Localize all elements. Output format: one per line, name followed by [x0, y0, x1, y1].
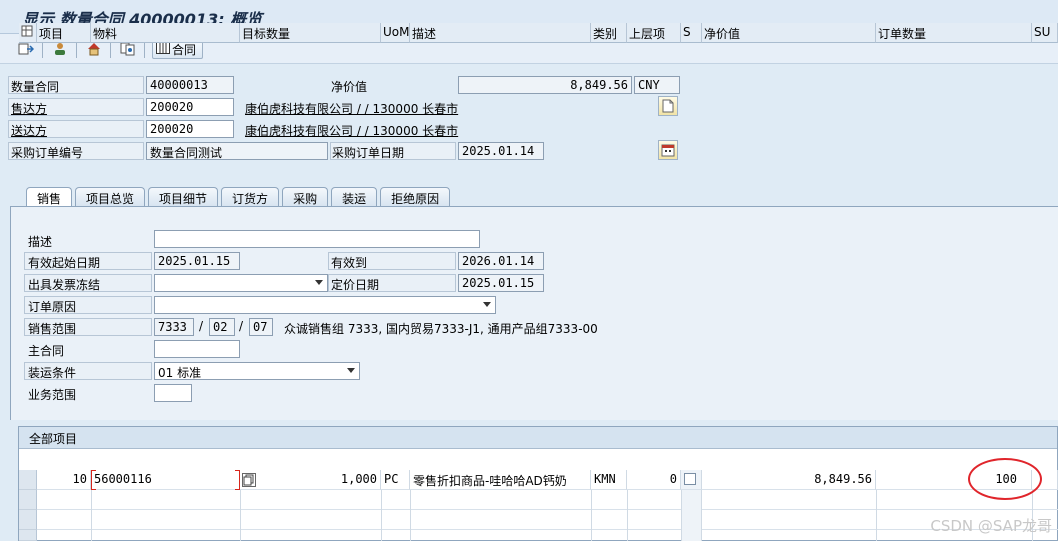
column-divider	[381, 490, 382, 541]
cell-material[interactable]: 56000116	[91, 470, 240, 490]
tab-procurement[interactable]: 采购	[282, 187, 329, 207]
sales-org-field[interactable]: 7333	[154, 318, 194, 336]
column-header-target-qty[interactable]: 目标数量	[240, 23, 381, 43]
row-selector[interactable]	[19, 490, 37, 510]
pricing-date-field[interactable]: 2025.01.15	[458, 274, 544, 292]
po-date-field[interactable]: 2025.01.14	[458, 142, 544, 160]
net-value-field[interactable]: 8,849.56	[458, 76, 632, 94]
shipping-cond-dropdown[interactable]: 01 标准	[154, 362, 360, 380]
column-divider	[591, 490, 592, 541]
division-field[interactable]: 07	[249, 318, 273, 336]
table-settings-icon[interactable]	[19, 23, 37, 43]
sales-area-separator: /	[239, 319, 244, 333]
cell-item: 10	[37, 470, 91, 490]
contract-number-field[interactable]: 40000013	[146, 76, 234, 94]
valid-from-label: 有效起始日期	[28, 256, 101, 270]
billing-block-label: 出具发票冻结	[28, 278, 101, 292]
watermark: CSDN @SAP龙哥	[930, 517, 1052, 535]
shipping-cond-label: 装运条件	[28, 366, 77, 380]
description-field[interactable]	[154, 230, 480, 248]
sold-to-label: 售达方	[11, 102, 48, 116]
row-selector[interactable]	[19, 530, 37, 541]
business-area-label: 业务范围	[28, 388, 77, 402]
tab-rejection-reason[interactable]: 拒绝原因	[380, 187, 451, 207]
cell-uom: PC	[381, 470, 410, 490]
cell-target-qty: 1,000	[240, 470, 381, 490]
column-header-category[interactable]: 类别	[591, 23, 627, 43]
row-selector[interactable]	[19, 470, 37, 490]
cell-higher-item: 0	[627, 470, 681, 490]
business-area-field[interactable]	[154, 384, 192, 402]
order-reason-dropdown[interactable]	[154, 296, 496, 314]
table-icon	[156, 41, 170, 57]
sold-to-name: 康伯虎科技有限公司 / / 130000 长春市	[245, 102, 459, 116]
ship-to-field[interactable]: 200020	[146, 120, 234, 138]
tab-shipping[interactable]: 装运	[331, 187, 378, 207]
pricing-date-label: 定价日期	[331, 278, 380, 292]
tab-item-overview[interactable]: 项目总览	[75, 187, 146, 207]
shipping-cond-value: 01 标准	[158, 366, 202, 380]
tab-strip: 销售 项目总览 项目细节 订货方 采购 装运 拒绝原因	[26, 187, 453, 207]
ship-to-label: 送达方	[11, 124, 48, 138]
tab-item-detail[interactable]: 项目细节	[148, 187, 219, 207]
net-value-label: 净价值	[331, 80, 368, 94]
valid-to-field[interactable]: 2026.01.14	[458, 252, 544, 270]
calendar-icon[interactable]	[658, 140, 678, 160]
tab-sales[interactable]: 销售	[26, 187, 73, 207]
master-contract-field[interactable]	[154, 340, 240, 358]
highlight-circle	[968, 458, 1042, 500]
column-divider	[410, 490, 411, 541]
master-contract-label: 主合同	[28, 344, 65, 358]
currency-field[interactable]: CNY	[634, 76, 680, 94]
po-number-field[interactable]: 数量合同测试	[146, 142, 328, 160]
cell-net-value: 8,849.56	[702, 470, 876, 490]
column-divider	[627, 490, 628, 541]
cell-s	[681, 470, 702, 490]
column-header-item[interactable]: 项目	[37, 23, 91, 43]
valid-from-field[interactable]: 2025.01.15	[154, 252, 240, 270]
table-row-empty	[37, 510, 1058, 530]
chevron-down-icon	[347, 368, 355, 373]
row-selector[interactable]	[19, 510, 37, 530]
tab-ordering-party[interactable]: 订货方	[221, 187, 280, 207]
sales-area-description: 众诚销售组 7333, 国内贸易7333-J1, 通用产品组7333-00	[284, 322, 598, 336]
copy-icon[interactable]	[242, 473, 256, 487]
column-header-material[interactable]: 物料	[91, 23, 240, 43]
column-header-net-value[interactable]: 净价值	[702, 23, 876, 43]
po-number-label: 采购订单编号	[11, 146, 84, 160]
focus-bracket-left	[91, 470, 96, 490]
column-header-uom[interactable]: UoM	[381, 23, 410, 43]
document-icon[interactable]	[658, 96, 678, 116]
column-divider	[681, 490, 702, 541]
contract-button-label: 合同	[172, 42, 197, 57]
contract-label: 数量合同	[11, 80, 60, 94]
column-header-s[interactable]: S	[681, 23, 702, 43]
status-checkbox[interactable]	[684, 473, 696, 485]
table-row-empty	[37, 490, 1058, 510]
column-divider	[240, 490, 241, 541]
billing-block-dropdown[interactable]	[154, 274, 328, 292]
column-divider	[91, 490, 92, 541]
description-label: 描述	[28, 235, 53, 249]
dist-channel-field[interactable]: 02	[209, 318, 235, 336]
column-header-description[interactable]: 描述	[410, 23, 591, 43]
order-reason-label: 订单原因	[28, 300, 77, 314]
po-date-label: 采购订单日期	[332, 146, 405, 160]
column-header-higher-item[interactable]: 上层项	[627, 23, 681, 43]
ship-to-name: 康伯虎科技有限公司 / / 130000 长春市	[245, 124, 459, 138]
sold-to-field[interactable]: 200020	[146, 98, 234, 116]
chevron-down-icon	[315, 280, 323, 285]
sales-area-label: 销售范围	[28, 322, 77, 336]
cell-description: 零售折扣商品-哇哈哈AD钙奶	[410, 470, 591, 490]
column-divider	[876, 490, 877, 541]
sales-area-separator: /	[199, 319, 204, 333]
table-title: 全部项目	[19, 427, 1057, 449]
column-header-order-qty[interactable]: 订单数量	[876, 23, 1032, 43]
cell-category: KMN	[591, 470, 627, 490]
column-header-su[interactable]: SU	[1032, 23, 1058, 43]
valid-to-label: 有效到	[331, 256, 368, 270]
chevron-down-icon	[483, 302, 491, 307]
